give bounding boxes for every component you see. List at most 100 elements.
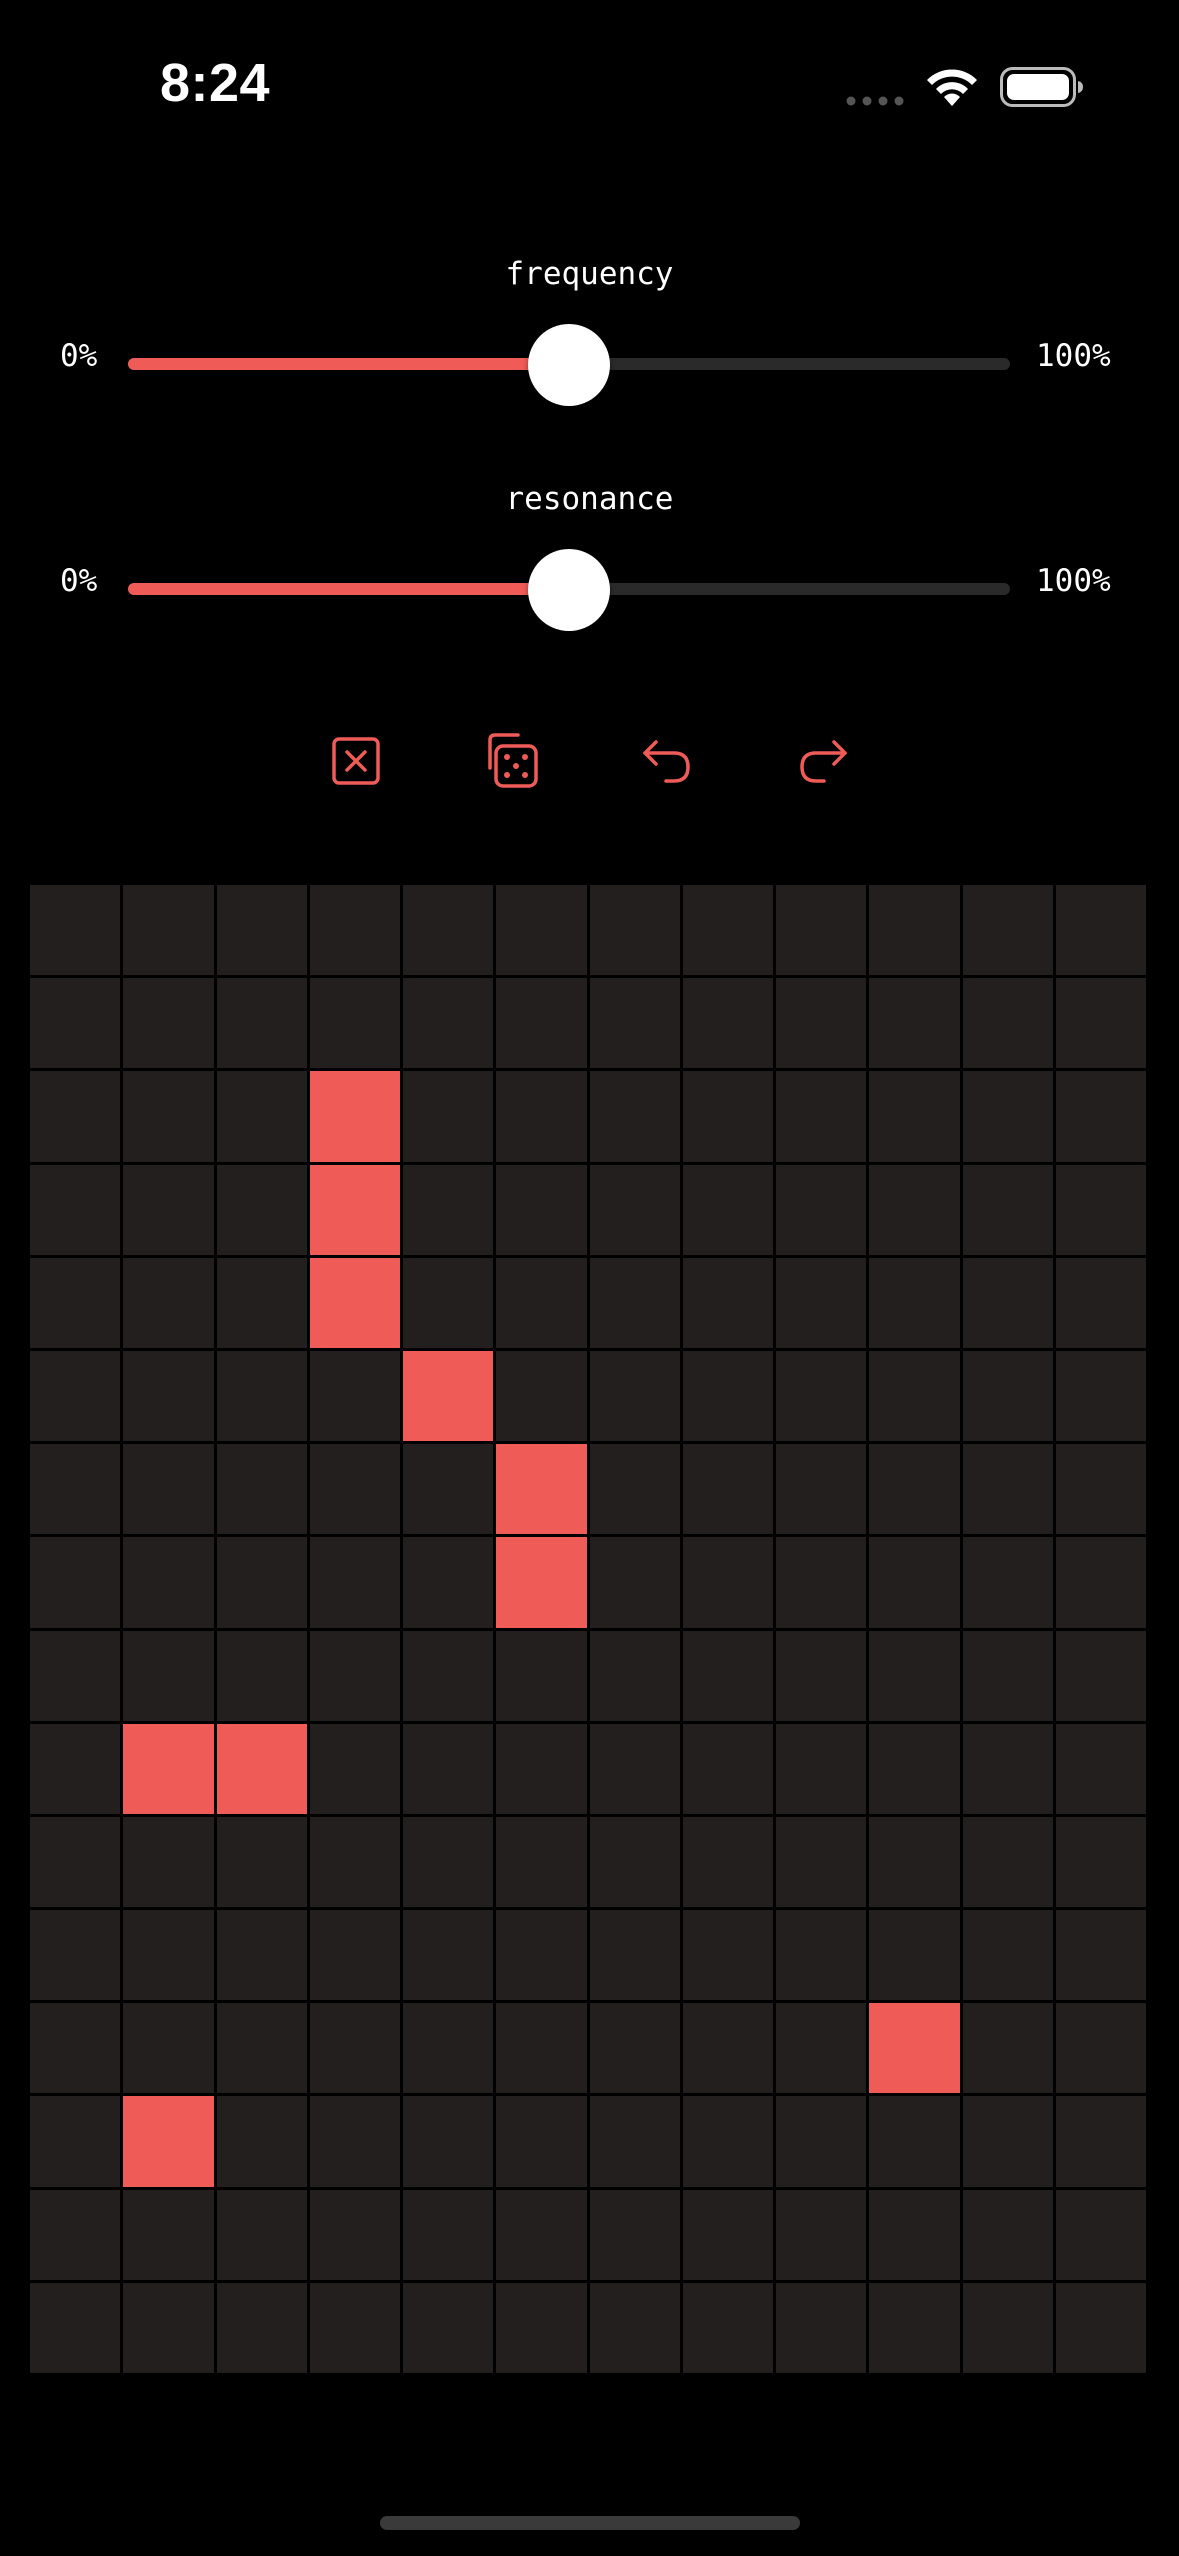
undo-button[interactable] xyxy=(634,728,700,794)
grid-cell[interactable] xyxy=(30,2096,121,2187)
grid-cell[interactable] xyxy=(403,885,494,976)
grid-cell[interactable] xyxy=(403,1537,494,1628)
grid-cell[interactable] xyxy=(589,2189,680,2280)
grid-cell[interactable] xyxy=(216,1537,307,1628)
grid-cell[interactable] xyxy=(962,2282,1053,2373)
grid-cell[interactable] xyxy=(403,1723,494,1814)
grid-cell[interactable] xyxy=(682,1537,773,1628)
grid-cell[interactable] xyxy=(496,1630,587,1721)
grid-cell[interactable] xyxy=(216,1164,307,1255)
grid-cell[interactable] xyxy=(776,1444,867,1535)
grid-cell[interactable] xyxy=(403,1164,494,1255)
grid-cell[interactable] xyxy=(309,2096,400,2187)
grid-cell[interactable] xyxy=(123,978,214,1069)
grid-cell[interactable] xyxy=(123,1350,214,1442)
grid-cell[interactable] xyxy=(403,1071,494,1162)
grid-cell[interactable] xyxy=(682,885,773,976)
grid-cell[interactable] xyxy=(30,1257,121,1348)
grid-cell[interactable] xyxy=(403,1350,494,1442)
grid-cell[interactable] xyxy=(682,1257,773,1348)
grid-cell[interactable] xyxy=(496,1816,587,1908)
grid-cell[interactable] xyxy=(1055,1910,1146,2001)
grid-cell[interactable] xyxy=(776,1910,867,2001)
grid-cell[interactable] xyxy=(589,1257,680,1348)
grid-cell[interactable] xyxy=(30,2282,121,2373)
grid-cell[interactable] xyxy=(589,1723,680,1814)
grid-cell[interactable] xyxy=(30,1537,121,1628)
grid-cell[interactable] xyxy=(123,1444,214,1535)
grid-cell[interactable] xyxy=(496,1164,587,1255)
grid-cell[interactable] xyxy=(403,2282,494,2373)
grid-cell[interactable] xyxy=(776,1164,867,1255)
resonance-slider-thumb[interactable] xyxy=(528,549,610,631)
grid-cell[interactable] xyxy=(216,978,307,1069)
grid-cell[interactable] xyxy=(403,978,494,1069)
grid-cell[interactable] xyxy=(216,1071,307,1162)
grid-cell[interactable] xyxy=(869,1537,960,1628)
grid-cell[interactable] xyxy=(403,1816,494,1908)
grid-cell[interactable] xyxy=(309,885,400,976)
grid-cell[interactable] xyxy=(682,1723,773,1814)
grid-cell[interactable] xyxy=(1055,2189,1146,2280)
grid-cell[interactable] xyxy=(216,885,307,976)
grid-cell[interactable] xyxy=(216,2282,307,2373)
grid-cell[interactable] xyxy=(869,1816,960,1908)
grid-cell[interactable] xyxy=(1055,1816,1146,1908)
grid-cell[interactable] xyxy=(123,2189,214,2280)
grid-cell[interactable] xyxy=(216,2003,307,2094)
grid-cell[interactable] xyxy=(682,1164,773,1255)
grid-cell[interactable] xyxy=(1055,2096,1146,2187)
grid-cell[interactable] xyxy=(403,2003,494,2094)
grid-cell[interactable] xyxy=(309,1630,400,1721)
grid-cell[interactable] xyxy=(776,885,867,976)
grid-cell[interactable] xyxy=(589,2096,680,2187)
grid-cell[interactable] xyxy=(962,1537,1053,1628)
grid-cell[interactable] xyxy=(123,1723,214,1814)
grid-cell[interactable] xyxy=(309,1071,400,1162)
grid-cell[interactable] xyxy=(30,1350,121,1442)
grid-cell[interactable] xyxy=(682,1071,773,1162)
grid-cell[interactable] xyxy=(962,1071,1053,1162)
grid-cell[interactable] xyxy=(216,1816,307,1908)
grid-cell[interactable] xyxy=(496,885,587,976)
grid-cell[interactable] xyxy=(962,2189,1053,2280)
grid-cell[interactable] xyxy=(496,1071,587,1162)
grid-cell[interactable] xyxy=(309,1816,400,1908)
grid-cell[interactable] xyxy=(1055,1164,1146,1255)
grid-cell[interactable] xyxy=(496,1723,587,1814)
grid-cell[interactable] xyxy=(123,2096,214,2187)
grid-cell[interactable] xyxy=(869,1910,960,2001)
grid-cell[interactable] xyxy=(589,1816,680,1908)
grid-cell[interactable] xyxy=(589,1071,680,1162)
grid-cell[interactable] xyxy=(403,2189,494,2280)
grid-cell[interactable] xyxy=(1055,1257,1146,1348)
grid-cell[interactable] xyxy=(1055,2282,1146,2373)
grid-cell[interactable] xyxy=(682,1444,773,1535)
grid-cell[interactable] xyxy=(30,2003,121,2094)
grid-cell[interactable] xyxy=(30,1444,121,1535)
grid-cell[interactable] xyxy=(962,2096,1053,2187)
grid-cell[interactable] xyxy=(962,1257,1053,1348)
grid-cell[interactable] xyxy=(216,2189,307,2280)
grid-cell[interactable] xyxy=(869,1350,960,1442)
grid-cell[interactable] xyxy=(776,2282,867,2373)
grid-cell[interactable] xyxy=(589,1537,680,1628)
grid-cell[interactable] xyxy=(309,1164,400,1255)
grid-cell[interactable] xyxy=(216,1350,307,1442)
grid-cell[interactable] xyxy=(309,2282,400,2373)
grid-cell[interactable] xyxy=(496,2189,587,2280)
grid-cell[interactable] xyxy=(30,1164,121,1255)
grid-cell[interactable] xyxy=(216,1630,307,1721)
grid-cell[interactable] xyxy=(496,1350,587,1442)
grid-cell[interactable] xyxy=(869,885,960,976)
grid-cell[interactable] xyxy=(869,2003,960,2094)
grid-cell[interactable] xyxy=(962,885,1053,976)
grid-cell[interactable] xyxy=(962,1350,1053,1442)
grid-cell[interactable] xyxy=(496,2003,587,2094)
grid-cell[interactable] xyxy=(962,1816,1053,1908)
grid-cell[interactable] xyxy=(869,978,960,1069)
grid-cell[interactable] xyxy=(496,978,587,1069)
grid-cell[interactable] xyxy=(589,978,680,1069)
grid-cell[interactable] xyxy=(776,2003,867,2094)
grid-cell[interactable] xyxy=(682,1910,773,2001)
